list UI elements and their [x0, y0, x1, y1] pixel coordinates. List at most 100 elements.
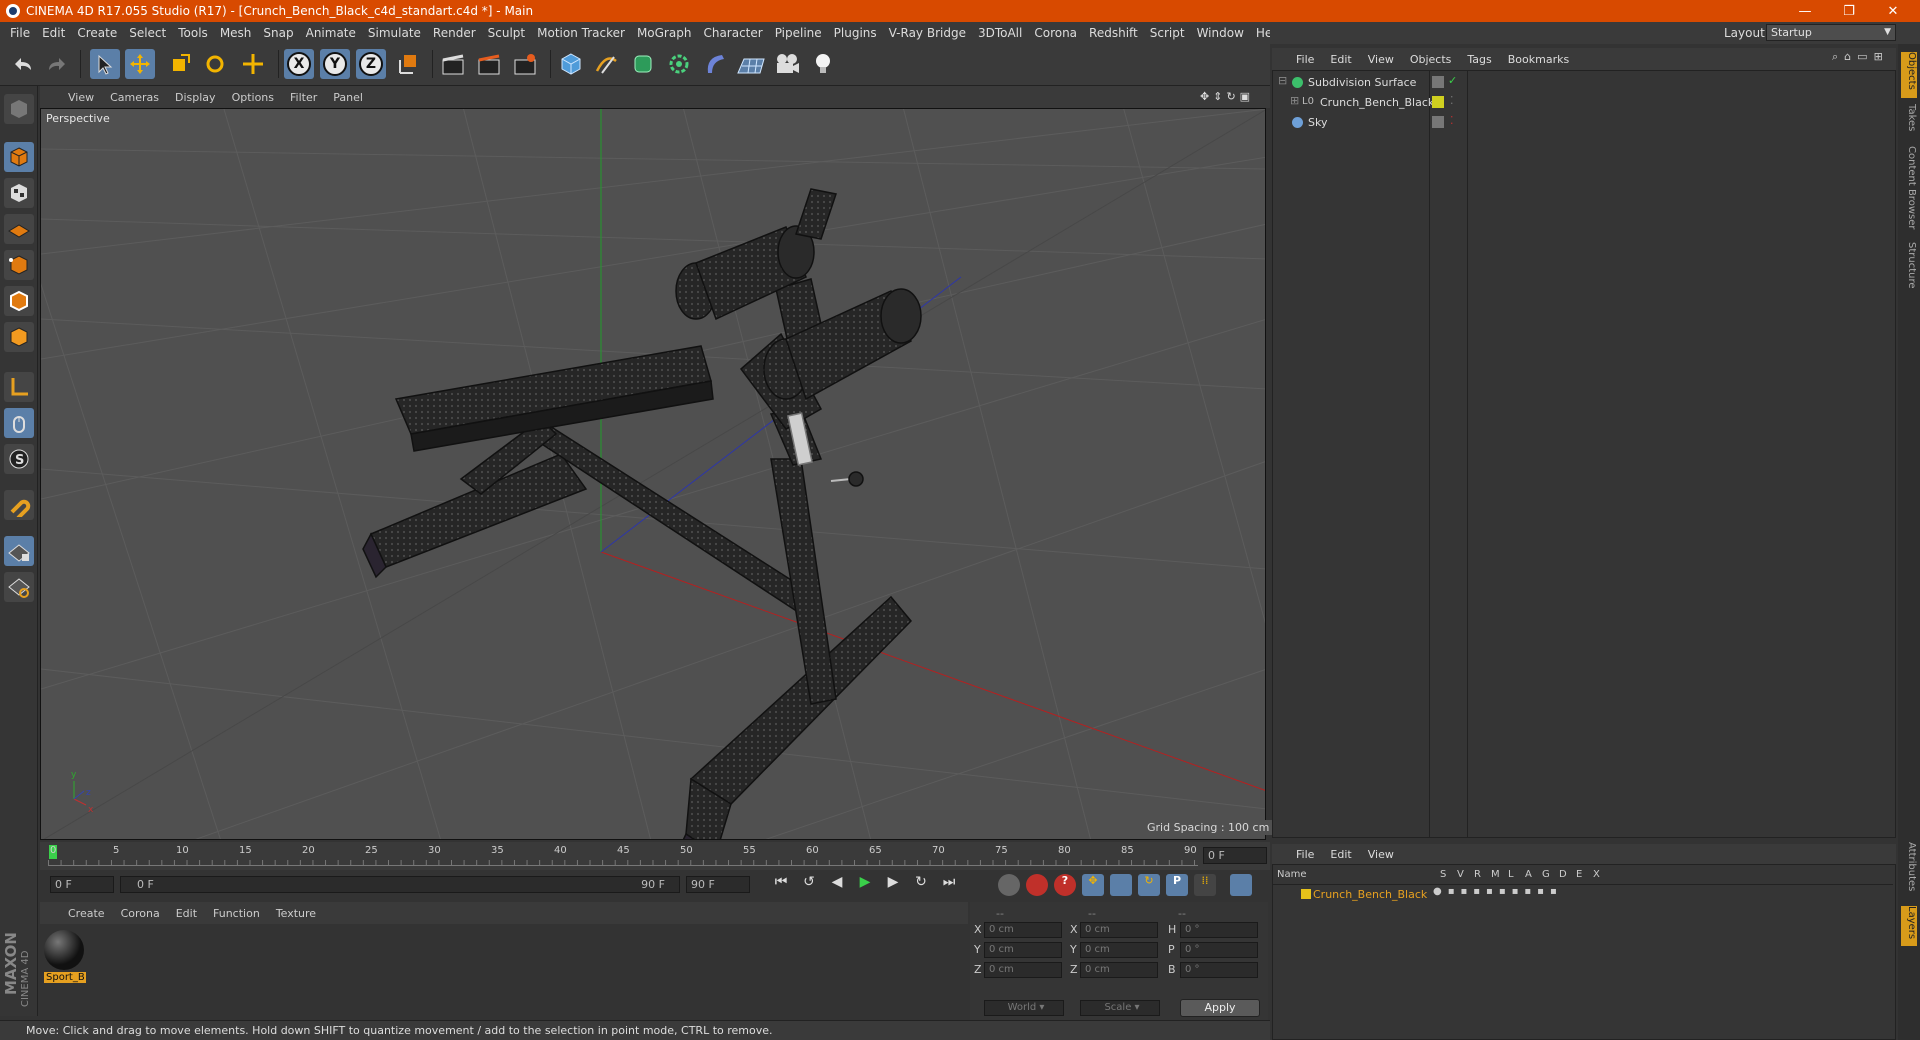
undo-button[interactable] — [8, 49, 38, 79]
layer-color-tag[interactable] — [1432, 96, 1444, 108]
menu-redshift[interactable]: Redshift — [1083, 26, 1144, 40]
menu-pipeline[interactable]: Pipeline — [769, 26, 828, 40]
layer-toggle-icons[interactable]: ●▪▪▪▪▪▪▪▪▪ — [1433, 886, 1563, 897]
layer-color-swatch[interactable] — [1301, 889, 1311, 899]
object-menu-file[interactable]: File — [1288, 53, 1322, 66]
visibility-dots-icon[interactable]: ⁚ — [1450, 114, 1454, 127]
viewport-menu-options[interactable]: Options — [224, 91, 282, 104]
tab-takes[interactable]: Takes — [1901, 104, 1917, 138]
object-menu-view[interactable]: View — [1360, 53, 1402, 66]
menu-window[interactable]: Window — [1191, 26, 1250, 40]
goto-start-icon[interactable]: ⏮ — [770, 874, 792, 896]
next-frame-icon[interactable]: ▶ — [882, 874, 904, 896]
material-menu-create[interactable]: Create — [60, 907, 113, 920]
y-axis-lock-button[interactable]: Y — [320, 49, 350, 79]
object-row-sky[interactable]: Sky ⁚ — [1274, 114, 1894, 133]
z-axis-lock-button[interactable]: Z — [356, 49, 386, 79]
polygons-mode-button[interactable] — [4, 322, 34, 352]
current-frame-field[interactable]: 0 F — [1203, 847, 1267, 864]
pen-spline-button[interactable] — [592, 49, 622, 79]
cloner-button[interactable] — [664, 49, 694, 79]
enabled-check-icon[interactable]: ✓ — [1448, 74, 1457, 87]
points-mode-button[interactable] — [4, 250, 34, 280]
key-scale-icon[interactable] — [1110, 874, 1132, 896]
orbit-icon[interactable]: ↻ — [1226, 90, 1235, 106]
dolly-icon[interactable]: ⇕ — [1213, 90, 1222, 106]
axis-mode-button[interactable] — [4, 372, 34, 402]
menu-animate[interactable]: Animate — [300, 26, 362, 40]
viewport-menu-panel[interactable]: Panel — [325, 91, 371, 104]
render-picture-viewer-button[interactable] — [474, 49, 504, 79]
light-button[interactable] — [808, 49, 838, 79]
object-menu-objects[interactable]: Objects — [1402, 53, 1460, 66]
scale-tool-button[interactable] — [165, 49, 195, 79]
tab-content-browser[interactable]: Content Browser — [1901, 146, 1917, 232]
menu-3dtoall[interactable]: 3DToAll — [972, 26, 1028, 40]
object-menu-tags[interactable]: Tags — [1459, 53, 1499, 66]
goto-end-icon[interactable]: ⏭ — [938, 874, 960, 896]
viewport-menu-cameras[interactable]: Cameras — [102, 91, 167, 104]
next-key-icon[interactable]: ↻ — [910, 874, 932, 896]
menu-motion-tracker[interactable]: Motion Tracker — [531, 26, 631, 40]
object-row-bench[interactable]: ⊞ L0 Crunch_Bench_Black ⁚ — [1274, 94, 1894, 113]
tab-layers[interactable]: Layers — [1901, 906, 1917, 946]
material-menu-texture[interactable]: Texture — [268, 907, 324, 920]
lock-workplane-button[interactable] — [4, 536, 34, 566]
camera-button[interactable] — [772, 49, 802, 79]
maximize-button[interactable]: ❐ — [1826, 0, 1872, 22]
coord-size-field[interactable]: 0 cm — [1080, 962, 1158, 978]
menu-plugins[interactable]: Plugins — [828, 26, 883, 40]
maximize-viewport-icon[interactable]: ▣ — [1240, 90, 1250, 106]
coord-position-field[interactable]: 0 cm — [984, 922, 1062, 938]
rotate-tool-button[interactable] — [200, 49, 230, 79]
model-mode-button[interactable] — [4, 142, 34, 172]
preview-range-slider[interactable]: 0 F 90 F — [120, 876, 680, 893]
material-swatch[interactable]: Sport_B — [44, 930, 86, 984]
key-param-icon[interactable]: P — [1166, 874, 1188, 896]
apply-button[interactable]: Apply — [1180, 999, 1260, 1017]
menu-corona[interactable]: Corona — [1028, 26, 1083, 40]
texture-mode-button[interactable] — [4, 178, 34, 208]
subdivision-surface-button[interactable] — [628, 49, 658, 79]
menu-edit[interactable]: Edit — [36, 26, 71, 40]
render-settings-button[interactable] — [510, 49, 540, 79]
collapse-icon[interactable]: ▭ — [1857, 50, 1867, 64]
search-icon[interactable]: ⌕ — [1832, 50, 1838, 64]
pan-icon[interactable]: ✥ — [1200, 90, 1209, 106]
coord-mode-dropdown[interactable]: World ▾ — [984, 1000, 1064, 1016]
menu-file[interactable]: File — [4, 26, 36, 40]
cube-primitive-button[interactable] — [556, 49, 586, 79]
workplane-mode-button[interactable] — [4, 214, 34, 244]
menu-simulate[interactable]: Simulate — [362, 26, 427, 40]
timeline-ruler[interactable]: 0 5 10 15 20 25 30 35 40 45 50 55 60 65 70 75 80 85 90 0 F — [40, 842, 1270, 870]
layer-menu-edit[interactable]: Edit — [1322, 848, 1359, 861]
transform-tool-button[interactable] — [238, 49, 268, 79]
material-menu-corona[interactable]: Corona — [113, 907, 168, 920]
coord-rotation-field[interactable]: 0 ° — [1180, 922, 1258, 938]
snap-button[interactable]: S — [4, 444, 34, 474]
viewport-menu-view[interactable]: View — [60, 91, 102, 104]
menu-snap[interactable]: Snap — [257, 26, 299, 40]
make-editable-button[interactable] — [4, 94, 34, 124]
editor-visibility-icon[interactable] — [1432, 116, 1444, 128]
coord-position-field[interactable]: 0 cm — [984, 962, 1062, 978]
select-tool-button[interactable] — [90, 49, 120, 79]
viewport-menu-display[interactable]: Display — [167, 91, 224, 104]
workplane-snap-button[interactable] — [4, 572, 34, 602]
menu-select[interactable]: Select — [123, 26, 172, 40]
coord-rotation-field[interactable]: 0 ° — [1180, 962, 1258, 978]
editor-visibility-icon[interactable] — [1432, 76, 1444, 88]
prev-frame-icon[interactable]: ◀ — [826, 874, 848, 896]
play-icon[interactable]: ▶ — [854, 874, 876, 896]
menu-sculpt[interactable]: Sculpt — [482, 26, 531, 40]
key-position-icon[interactable]: ✥ — [1082, 874, 1104, 896]
layout-dropdown[interactable]: Startup ▼ — [1766, 24, 1896, 41]
record-key-icon[interactable] — [1026, 874, 1048, 896]
coord-size-field[interactable]: 0 cm — [1080, 942, 1158, 958]
move-tool-button[interactable] — [125, 49, 155, 79]
timeline-window-icon[interactable] — [1230, 874, 1252, 896]
prev-key-icon[interactable]: ↺ — [798, 874, 820, 896]
tab-attributes[interactable]: Attributes — [1901, 842, 1917, 902]
menu-v-ray-bridge[interactable]: V-Ray Bridge — [883, 26, 972, 40]
object-menu-bookmarks[interactable]: Bookmarks — [1500, 53, 1577, 66]
